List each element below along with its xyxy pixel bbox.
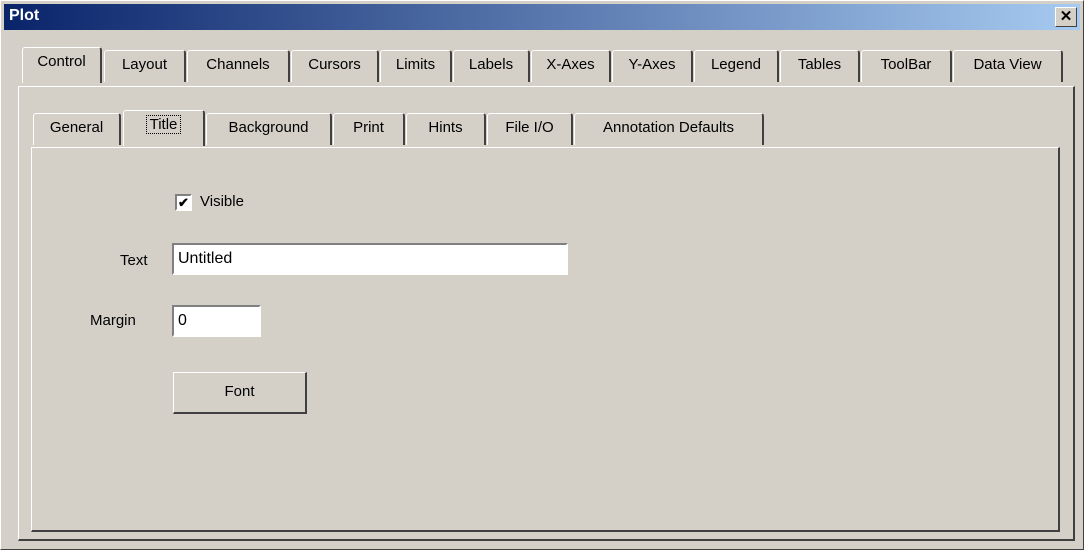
tab-print[interactable]: Print bbox=[333, 113, 405, 145]
tab-cursors[interactable]: Cursors bbox=[291, 50, 379, 82]
window-title: Plot bbox=[9, 7, 40, 24]
visible-label: Visible bbox=[200, 193, 244, 210]
tab-hints[interactable]: Hints bbox=[406, 113, 486, 145]
tab-limits[interactable]: Limits bbox=[380, 50, 452, 82]
close-icon: ✕ bbox=[1059, 8, 1073, 25]
sub-tab-strip: General Title Background Print Hints Fil… bbox=[33, 110, 764, 147]
close-button[interactable]: ✕ bbox=[1055, 7, 1077, 27]
tab-x-axes[interactable]: X-Axes bbox=[531, 50, 611, 82]
checkmark-icon: ✔ bbox=[178, 195, 189, 210]
margin-label: Margin bbox=[90, 312, 136, 329]
tab-title[interactable]: Title bbox=[123, 110, 205, 146]
title-settings-panel: ✔ Visible Text Untitled Margin 0 Font bbox=[31, 147, 1060, 532]
control-panel: General Title Background Print Hints Fil… bbox=[18, 86, 1075, 541]
tab-data-view[interactable]: Data View bbox=[953, 50, 1063, 82]
tab-y-axes[interactable]: Y-Axes bbox=[612, 50, 693, 82]
tab-layout[interactable]: Layout bbox=[104, 50, 186, 82]
tab-legend[interactable]: Legend bbox=[694, 50, 779, 82]
title-bar[interactable]: Plot ✕ bbox=[4, 4, 1080, 30]
tab-annotation-defaults[interactable]: Annotation Defaults bbox=[574, 113, 764, 145]
font-button[interactable]: Font bbox=[173, 372, 307, 414]
visible-checkbox[interactable]: ✔ bbox=[175, 194, 192, 211]
tab-tables[interactable]: Tables bbox=[780, 50, 860, 82]
main-tab-strip: Control Layout Channels Cursors Limits L… bbox=[22, 47, 1072, 86]
tab-channels[interactable]: Channels bbox=[187, 50, 290, 82]
tab-file-io[interactable]: File I/O bbox=[487, 113, 573, 145]
tab-background[interactable]: Background bbox=[206, 113, 332, 145]
plot-dialog: Plot ✕ Control Layout Channels Cursors L… bbox=[0, 0, 1084, 550]
tab-toolbar[interactable]: ToolBar bbox=[861, 50, 952, 82]
margin-input[interactable]: 0 bbox=[172, 305, 261, 337]
text-label: Text bbox=[120, 252, 148, 269]
tab-labels[interactable]: Labels bbox=[453, 50, 530, 82]
tab-control[interactable]: Control bbox=[22, 47, 102, 83]
title-text-input[interactable]: Untitled bbox=[172, 243, 568, 275]
tab-general[interactable]: General bbox=[33, 113, 121, 145]
